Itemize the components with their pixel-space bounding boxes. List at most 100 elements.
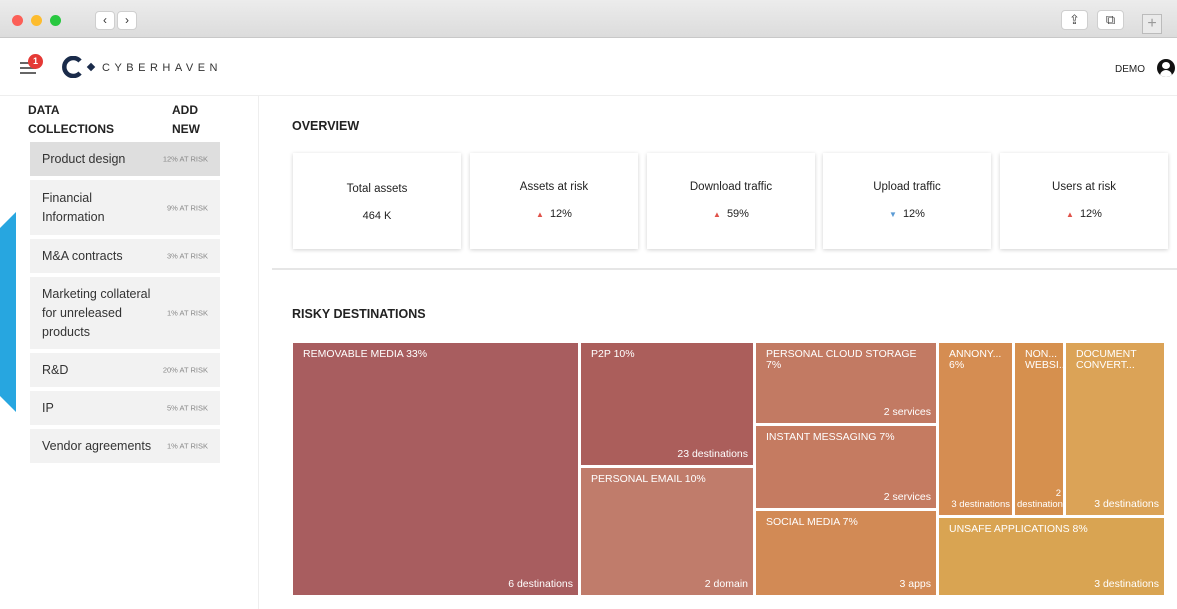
side-accent-decoration (0, 212, 16, 412)
card-title: Users at risk (1052, 181, 1116, 193)
sidebar-item[interactable]: Product design 12% AT RISK (30, 142, 220, 176)
card-value: ▲ 12% (536, 208, 572, 220)
overview-card[interactable]: Assets at risk ▲ 12% (470, 153, 638, 249)
tile-label: SOCIAL MEDIA 7% (766, 516, 858, 528)
app-header: 1 CYBERHAVEN DEMO (0, 38, 1177, 96)
data-collections-sidebar: DATA COLLECTIONS ADD NEW Product design 1… (28, 100, 220, 467)
risky-destinations-title: RISKY DESTINATIONS (292, 307, 426, 321)
card-title: Assets at risk (519, 181, 589, 193)
account-icon[interactable] (1157, 59, 1175, 77)
sidebar-item-risk: 20% AT RISK (162, 365, 208, 375)
treemap-tile[interactable]: UNSAFE APPLICATIONS 8% 3 destinations (939, 518, 1164, 595)
overview-card[interactable]: Download traffic ▲ 59% (647, 153, 815, 249)
sidebar-header: DATA COLLECTIONS ADD NEW (28, 100, 220, 142)
overview-card[interactable]: Upload traffic ▼ 12% (823, 153, 991, 249)
treemap-tile[interactable]: ANNONY... 6% 3 destinations (939, 343, 1012, 515)
card-title: Download traffic (689, 181, 773, 193)
treemap-tile[interactable]: INSTANT MESSAGING 7% 2 services (756, 426, 936, 508)
brand-name: CYBERHAVEN (102, 62, 222, 74)
card-title: Total assets (346, 183, 408, 195)
card-value: 464 K (362, 210, 392, 222)
divider (258, 96, 259, 609)
sidebar-item-label: M&A contracts (42, 248, 123, 263)
treemap-tile[interactable]: PERSONAL CLOUD STORAGE 7% 2 services (756, 343, 936, 423)
sidebar-item[interactable]: M&A contracts 3% AT RISK (30, 239, 220, 273)
tile-count: 6 destinations (508, 578, 573, 590)
title-bar: ‹ › ⇪ ⧉ + (0, 0, 1177, 38)
sidebar-item[interactable]: IP 5% AT RISK (30, 391, 220, 425)
sidebar-item-label: IP (42, 400, 54, 415)
back-button[interactable]: ‹ (95, 11, 115, 30)
treemap-tile[interactable]: DOCUMENT CONVERT... 3 destinations (1066, 343, 1164, 515)
card-value: ▼ 12% (889, 208, 925, 220)
sidebar-item-label: Marketing collateral for unreleased prod… (42, 286, 151, 339)
card-value: ▲ 12% (1066, 208, 1102, 220)
sidebar-item-risk: 9% AT RISK (167, 203, 208, 212)
user-label[interactable]: DEMO (1115, 64, 1145, 75)
sidebar-item-label: Financial Information (42, 190, 105, 224)
browser-window: ‹ › ⇪ ⧉ + 1 CYBERHAVEN DEMO DATA COLLECT… (0, 0, 1177, 609)
overview-title: OVERVIEW (292, 119, 360, 133)
sidebar-item-label: Product design (42, 151, 126, 166)
add-new-button[interactable]: ADD NEW (172, 101, 212, 139)
tile-count: 2 services (883, 406, 931, 418)
sidebar-item-label: R&D (42, 362, 69, 377)
tile-label: UNSAFE APPLICATIONS 8% (949, 523, 1088, 535)
card-title: Upload traffic (873, 181, 941, 193)
notification-badge[interactable]: 1 (28, 54, 43, 69)
sidebar-item[interactable]: Marketing collateral for unreleased prod… (30, 277, 220, 349)
tile-count: 2 services (883, 491, 931, 503)
back-icon: ‹ (103, 13, 107, 27)
tile-label: REMOVABLE MEDIA 33% (303, 348, 428, 360)
overview-card[interactable]: Users at risk ▲ 12% (1000, 153, 1168, 249)
tile-label: PERSONAL EMAIL 10% (591, 473, 706, 485)
treemap-tile[interactable]: NON... WEBSI... 2 destinations (1015, 343, 1068, 515)
tile-count: 2 domain (704, 578, 748, 590)
tile-label: PERSONAL CLOUD STORAGE 7% (766, 348, 917, 371)
tile-count: 3 destinations (951, 499, 1010, 510)
tabs-button[interactable]: ⧉ (1097, 10, 1124, 30)
sidebar-item[interactable]: Financial Information 9% AT RISK (30, 180, 220, 235)
tabs-icon: ⧉ (1105, 12, 1116, 27)
logo-diamond-icon (86, 62, 96, 72)
forward-icon: › (125, 13, 129, 27)
tile-count: 3 apps (899, 578, 931, 590)
treemap-tile[interactable]: P2P 10% 23 destinations (581, 343, 753, 465)
sidebar-item-risk: 5% AT RISK (167, 403, 208, 413)
tile-count: 23 destinations (677, 448, 748, 460)
treemap-tile[interactable]: PERSONAL EMAIL 10% 2 domain (581, 468, 753, 595)
sidebar-title: DATA COLLECTIONS (28, 103, 114, 136)
sidebar-item-label: Vendor agreements (42, 438, 152, 453)
maximize-window-button[interactable] (50, 15, 61, 26)
tile-count: 3 destinations (1094, 498, 1159, 510)
treemap-tile[interactable]: REMOVABLE MEDIA 33% 6 destinations (293, 343, 578, 595)
cyberhaven-logo-icon (62, 56, 82, 78)
minimize-window-button[interactable] (31, 15, 42, 26)
sidebar-item[interactable]: Vendor agreements 1% AT RISK (30, 429, 220, 463)
sidebar-item-risk: 1% AT RISK (167, 308, 208, 318)
share-icon: ⇪ (1069, 12, 1080, 27)
tile-count: 3 destinations (1094, 578, 1159, 590)
plus-icon: + (1147, 15, 1157, 32)
share-button[interactable]: ⇪ (1061, 10, 1088, 30)
tile-label: P2P 10% (591, 348, 635, 360)
overview-card[interactable]: Total assets 464 K (293, 153, 461, 249)
tile-label: NON... WEBSI... (1025, 348, 1068, 371)
treemap-tile[interactable]: SOCIAL MEDIA 7% 3 apps (756, 511, 936, 595)
tile-label: DOCUMENT CONVERT... (1076, 348, 1137, 371)
trend-up-icon: ▲ (1066, 210, 1074, 219)
tile-label: ANNONY... 6% (949, 348, 1002, 371)
card-value: ▲ 59% (713, 208, 749, 220)
collections-list: Product design 12% AT RISK Financial Infor… (30, 142, 220, 463)
forward-button[interactable]: › (117, 11, 137, 30)
close-window-button[interactable] (12, 15, 23, 26)
sidebar-item[interactable]: R&D 20% AT RISK (30, 353, 220, 387)
sidebar-item-risk: 3% AT RISK (167, 251, 208, 261)
new-tab-button[interactable]: + (1142, 14, 1162, 34)
sidebar-item-risk: 12% AT RISK (162, 154, 208, 164)
trend-down-icon: ▼ (889, 210, 897, 219)
tile-label: INSTANT MESSAGING 7% (766, 431, 895, 443)
section-divider (272, 268, 1177, 270)
trend-up-icon: ▲ (713, 210, 721, 219)
sidebar-item-risk: 1% AT RISK (167, 441, 208, 451)
